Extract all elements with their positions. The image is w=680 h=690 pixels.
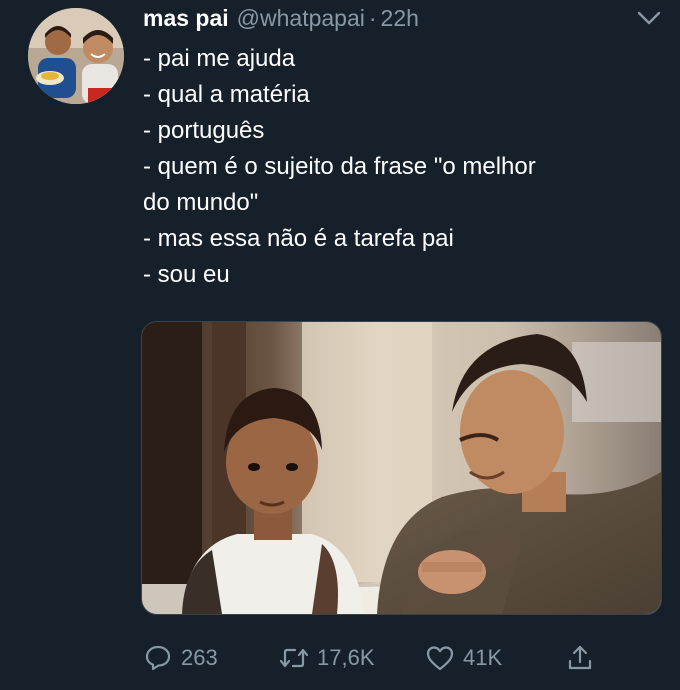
tweet-text-line: do mundo"	[143, 189, 259, 216]
heart-icon	[426, 646, 454, 671]
tweet-timestamp[interactable]: 22h	[381, 5, 419, 32]
chevron-down-icon[interactable]	[636, 8, 662, 28]
tweet-text-line: - quem é o sujeito da frase "o melhor	[143, 153, 536, 180]
tweet-text-line: - português	[143, 117, 265, 144]
reply-count: 263	[181, 645, 218, 670]
retweet-icon	[279, 648, 309, 668]
tweet-text-line: - mas essa não é a tarefa pai	[143, 225, 454, 252]
like-count: 41K	[463, 645, 503, 670]
retweet-button[interactable]: 17,6K	[279, 638, 375, 678]
share-icon	[568, 645, 592, 670]
avatar-image	[28, 8, 124, 104]
reply-icon	[145, 645, 171, 671]
tweet[interactable]: mas pai @whatpapai · 22h - pai me ajuda …	[0, 0, 680, 690]
avatar[interactable]	[28, 8, 124, 104]
header-separator: ·	[368, 5, 377, 31]
retweet-count: 17,6K	[317, 645, 375, 670]
like-button[interactable]: 41K	[425, 638, 502, 678]
tweet-text-line: - sou eu	[143, 261, 230, 288]
author-handle[interactable]: @whatpapai	[237, 5, 365, 32]
reply-button[interactable]: 263	[143, 638, 218, 678]
tweet-header: mas pai @whatpapai · 22h	[143, 5, 419, 35]
author-name[interactable]: mas pai	[143, 5, 229, 32]
photo-father-and-son	[142, 322, 661, 614]
tweet-text-line: - pai me ajuda	[143, 45, 296, 72]
tweet-text: - pai me ajuda - qual a matéria - portug…	[143, 41, 663, 293]
tweet-text-line: - qual a matéria	[143, 81, 310, 108]
share-button[interactable]	[565, 638, 603, 678]
tweet-actions: 263 17,6K 41K	[143, 638, 663, 678]
tweet-media-photo[interactable]	[141, 321, 662, 615]
